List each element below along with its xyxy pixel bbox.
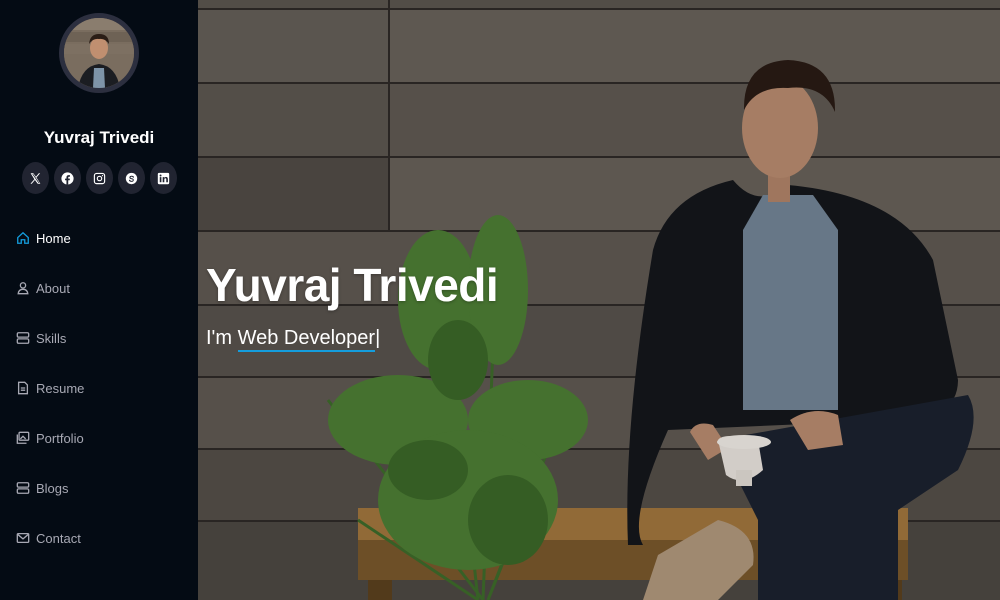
hero-section: Yuvraj Trivedi I'm Web Developer|	[198, 0, 1000, 600]
avatar[interactable]	[59, 13, 139, 93]
nav-item-label: Blogs	[36, 480, 69, 496]
images-icon	[16, 431, 30, 445]
nav-item-label: Skills	[36, 330, 67, 346]
envelope-icon	[16, 531, 30, 545]
typed-role: Web Developer	[237, 327, 376, 352]
home-icon	[16, 231, 30, 245]
nav-item-label: Home	[36, 230, 71, 246]
server-icon	[16, 331, 30, 345]
linkedin-icon	[157, 172, 170, 184]
nav-item-label: Portfolio	[36, 430, 84, 446]
server-icon	[16, 481, 30, 495]
x-twitter-icon	[30, 172, 41, 184]
hero-subtitle-prefix: I'm	[206, 327, 238, 349]
facebook-link[interactable]	[54, 162, 81, 194]
instagram-link[interactable]	[86, 162, 113, 194]
nav-item-resume[interactable]: Resume	[0, 363, 198, 413]
nav-item-blogs[interactable]: Blogs	[0, 463, 198, 513]
nav-item-label: Resume	[36, 380, 85, 396]
hero-title: Yuvraj Trivedi	[206, 259, 499, 311]
nav-item-contact[interactable]: Contact	[0, 513, 198, 563]
skype-link[interactable]	[118, 162, 145, 194]
profile-name: Yuvraj Trivedi	[43, 128, 155, 147]
nav-item-skills[interactable]: Skills	[0, 313, 198, 363]
sidebar: Yuvraj Trivedi Home About Skills Resume …	[0, 0, 198, 600]
skype-icon	[125, 172, 138, 184]
nav-item-label: Contact	[36, 530, 81, 546]
hero-subtitle: I'm Web Developer|	[206, 327, 381, 352]
nav-item-about[interactable]: About	[0, 263, 198, 313]
typed-cursor: |	[375, 327, 381, 349]
facebook-icon	[61, 171, 74, 185]
instagram-icon	[93, 172, 106, 184]
x-twitter-link[interactable]	[22, 162, 49, 194]
nav-item-label: About	[36, 280, 70, 296]
social-links	[22, 162, 177, 194]
nav-item-portfolio[interactable]: Portfolio	[0, 413, 198, 463]
nav-item-home[interactable]: Home	[0, 213, 198, 263]
avatar-photo	[64, 18, 134, 88]
person-icon	[16, 281, 30, 295]
linkedin-link[interactable]	[150, 162, 177, 194]
nav-menu: Home About Skills Resume Portfolio Blogs…	[0, 213, 198, 563]
file-icon	[16, 381, 30, 395]
